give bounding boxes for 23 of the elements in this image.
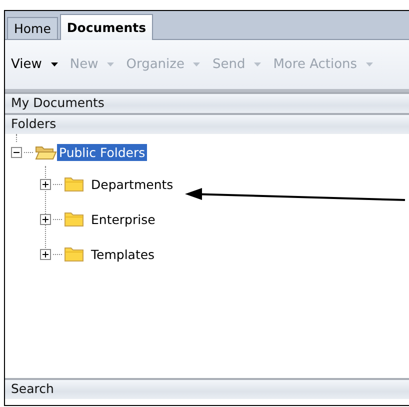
tree-item[interactable]: Departments (89, 176, 176, 192)
expand-icon[interactable] (40, 178, 51, 190)
folder-icon (64, 211, 84, 227)
folder-icon (64, 246, 84, 262)
open-folder-icon (35, 144, 57, 160)
tab[interactable]: Documents (60, 14, 154, 40)
caret-icon (366, 62, 374, 67)
tree-item[interactable]: Enterprise (89, 210, 158, 228)
section-header[interactable]: Search (5, 378, 409, 399)
caret-icon (254, 62, 262, 67)
section-header[interactable]: Folders (5, 113, 409, 134)
caret-icon (193, 62, 200, 67)
expand-icon[interactable] (40, 248, 51, 260)
tree-item[interactable]: Public Folders (57, 144, 148, 160)
tree-item[interactable]: Templates (89, 246, 157, 262)
caret-icon (50, 62, 58, 67)
tab[interactable]: Home (7, 17, 58, 39)
caret-icon (107, 62, 114, 67)
toolbar-menu-button[interactable]: View (11, 57, 58, 72)
section-header[interactable]: My Documents (5, 92, 409, 113)
expand-icon[interactable] (40, 214, 51, 224)
folder-icon (64, 176, 84, 192)
collapse-icon[interactable] (11, 146, 22, 158)
